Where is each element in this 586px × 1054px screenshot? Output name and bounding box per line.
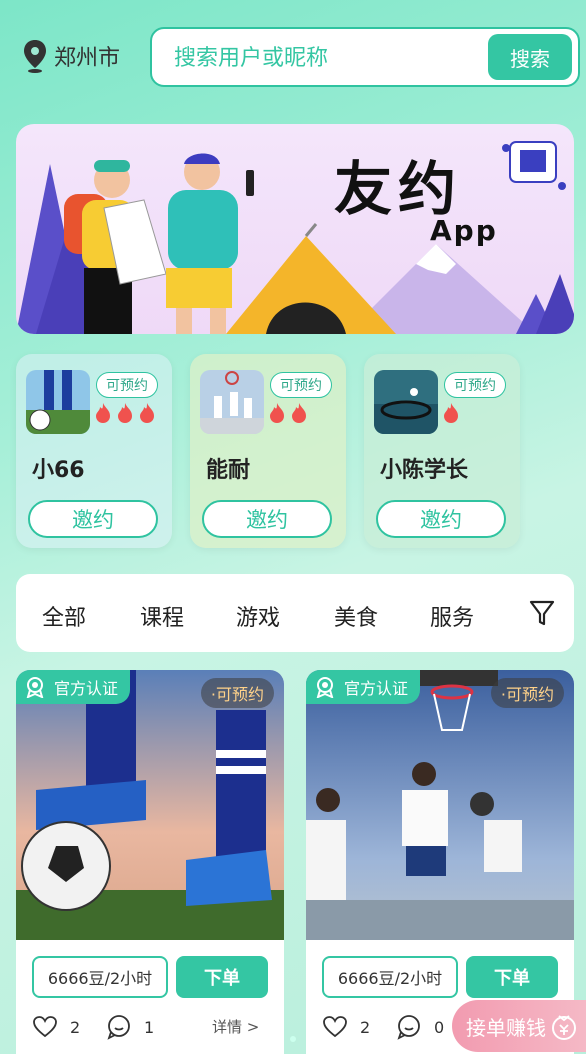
category-tabs: 全部 课程 游戏 美食 服务 xyxy=(16,574,574,652)
flame-icon xyxy=(96,403,110,423)
money-bag-icon xyxy=(552,1015,576,1040)
filter-icon[interactable] xyxy=(528,598,556,628)
search-button[interactable]: 搜索 xyxy=(488,34,572,80)
user-name: 小66 xyxy=(32,458,85,483)
tab-services[interactable]: 服务 xyxy=(430,600,474,632)
heart-icon xyxy=(33,1016,57,1038)
search-bar: 搜索 xyxy=(150,27,580,87)
certified-badge: 官方认证 xyxy=(306,670,421,704)
flame-icon xyxy=(140,403,154,423)
invite-button[interactable]: 邀约 xyxy=(28,500,158,538)
certified-label: 官方认证 xyxy=(54,679,119,698)
location-pin-icon xyxy=(24,40,46,73)
award-icon xyxy=(26,677,44,698)
certified-badge: 官方认证 xyxy=(16,670,131,704)
tab-courses[interactable]: 课程 xyxy=(140,600,184,632)
tab-games[interactable]: 游戏 xyxy=(236,600,280,632)
earn-money-label: 接单赚钱 xyxy=(466,1015,546,1040)
flame-icon xyxy=(292,403,306,423)
user-card[interactable]: 可预约 小66 邀约 xyxy=(16,354,172,548)
invite-button[interactable]: 邀约 xyxy=(376,500,506,538)
popularity-flames xyxy=(268,402,308,424)
earn-money-button[interactable]: 接单赚钱 xyxy=(452,1000,586,1052)
detail-link[interactable]: 详情 > xyxy=(212,1016,259,1037)
page-indicator xyxy=(290,1036,296,1042)
invite-button[interactable]: 邀约 xyxy=(202,500,332,538)
location-selector[interactable]: 郑州市 xyxy=(22,38,120,74)
available-badge: 可预约 xyxy=(444,372,506,398)
tab-food[interactable]: 美食 xyxy=(334,600,378,632)
promo-banner[interactable]: 友约 App xyxy=(16,124,574,334)
order-button[interactable]: 下单 xyxy=(466,956,558,998)
order-button[interactable]: 下单 xyxy=(176,956,268,998)
available-badge: 可预约 xyxy=(270,372,332,398)
flame-icon xyxy=(270,403,284,423)
status-badge: ·可预约 xyxy=(490,678,564,708)
banner-subtitle: App xyxy=(430,214,498,247)
user-name: 小陈学长 xyxy=(380,458,469,483)
service-photo xyxy=(16,670,284,940)
certified-label: 官方认证 xyxy=(344,679,409,698)
user-card[interactable]: 可预约 小陈学长 邀约 xyxy=(364,354,520,548)
user-card[interactable]: 可预约 能耐 邀约 xyxy=(190,354,346,548)
top-bar: 郑州市 搜索 xyxy=(0,0,586,100)
comment-icon xyxy=(107,1015,130,1040)
flame-icon xyxy=(118,403,132,423)
price-tag: 6666豆/2小时 xyxy=(32,956,168,998)
like-count[interactable]: 2 xyxy=(32,1014,80,1040)
comment-count[interactable]: 1 xyxy=(106,1014,154,1040)
status-badge: ·可预约 xyxy=(200,678,274,708)
user-name: 能耐 xyxy=(206,458,251,483)
tab-all[interactable]: 全部 xyxy=(42,600,86,632)
price-tag: 6666豆/2小时 xyxy=(322,956,458,998)
comment-count[interactable]: 0 xyxy=(396,1014,444,1040)
avatar xyxy=(26,370,90,434)
comment-icon xyxy=(397,1015,420,1040)
popularity-flames xyxy=(94,402,156,424)
service-photo xyxy=(306,670,574,940)
avatar xyxy=(374,370,438,434)
popularity-flames xyxy=(442,402,460,424)
like-count[interactable]: 2 xyxy=(322,1014,370,1040)
available-badge: 可预约 xyxy=(96,372,158,398)
avatar xyxy=(200,370,264,434)
flame-icon xyxy=(444,403,458,423)
heart-icon xyxy=(323,1016,347,1038)
service-card[interactable]: 官方认证 ·可预约 6666豆/2小时 下单 2 0 xyxy=(306,670,574,1054)
city-label: 郑州市 xyxy=(54,46,121,71)
award-icon xyxy=(316,677,334,698)
search-input[interactable] xyxy=(174,39,474,77)
service-card[interactable]: 官方认证 ·可预约 6666豆/2小时 下单 2 1 详情 > xyxy=(16,670,284,1054)
